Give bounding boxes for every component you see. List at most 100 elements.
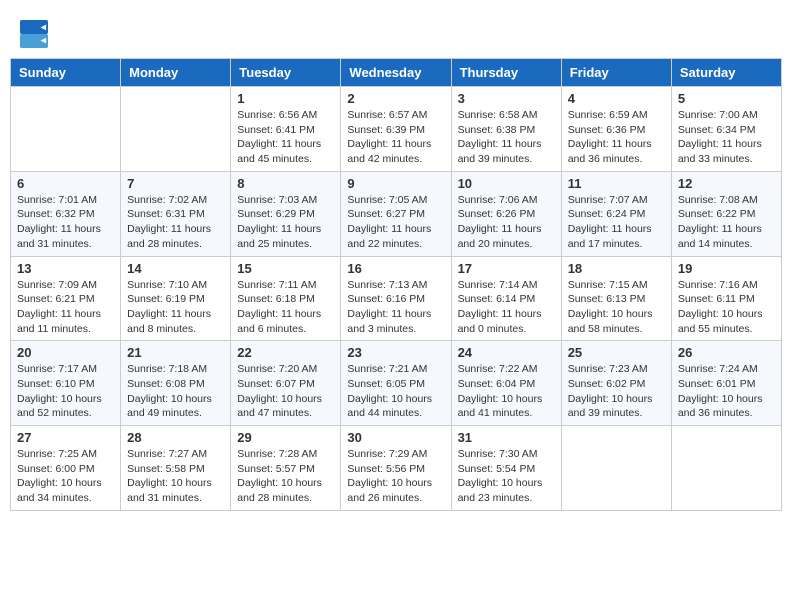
day-number: 31 [458,430,555,445]
calendar-cell: 31 Sunrise: 7:30 AM Sunset: 5:54 PM Dayli… [451,426,561,511]
dow-header: Friday [561,59,671,87]
day-info: Sunrise: 7:07 AM Sunset: 6:24 PM Dayligh… [568,193,665,252]
calendar-cell: 1Sunrise: 6:56 AM Sunset: 6:41 PM Daylig… [231,87,341,172]
calendar-cell [561,426,671,511]
dow-header: Thursday [451,59,561,87]
day-number: 21 [127,345,224,360]
day-info: Sunrise: 7:02 AM Sunset: 6:31 PM Dayligh… [127,193,224,252]
calendar-cell: 17 Sunrise: 7:14 AM Sunset: 6:14 PM Dayli… [451,256,561,341]
calendar-cell: 5Sunrise: 7:00 AM Sunset: 6:34 PM Daylig… [671,87,781,172]
calendar-cell: 9 Sunrise: 7:05 AM Sunset: 6:27 PM Daylig… [341,171,451,256]
calendar-week-row: 13 Sunrise: 7:09 AM Sunset: 6:21 PM Dayli… [11,256,782,341]
calendar-cell: 13 Sunrise: 7:09 AM Sunset: 6:21 PM Dayli… [11,256,121,341]
logo-icon [20,20,48,48]
calendar-cell: 4 Sunrise: 6:59 AM Sunset: 6:36 PM Daylig… [561,87,671,172]
calendar-cell: 20 Sunrise: 7:17 AM Sunset: 6:10 PM Dayli… [11,341,121,426]
calendar-cell: 16Sunrise: 7:13 AM Sunset: 6:16 PM Dayli… [341,256,451,341]
calendar-header [10,10,782,53]
dow-header: Saturday [671,59,781,87]
day-number: 23 [347,345,444,360]
calendar-cell [11,87,121,172]
day-info: Sunrise: 6:58 AM Sunset: 6:38 PM Dayligh… [458,108,555,167]
calendar-cell: 6 Sunrise: 7:01 AM Sunset: 6:32 PM Daylig… [11,171,121,256]
day-info: Sunrise: 7:23 AM Sunset: 6:02 PM Dayligh… [568,362,665,421]
day-number: 4 [568,91,665,106]
day-number: 5 [678,91,775,106]
calendar-body: 1Sunrise: 6:56 AM Sunset: 6:41 PM Daylig… [11,87,782,511]
calendar-cell: 12 Sunrise: 7:08 AM Sunset: 6:22 PM Dayli… [671,171,781,256]
day-info: Sunrise: 7:20 AM Sunset: 6:07 PM Dayligh… [237,362,334,421]
dow-header: Wednesday [341,59,451,87]
day-info: Sunrise: 6:57 AM Sunset: 6:39 PM Dayligh… [347,108,444,167]
day-number: 9 [347,176,444,191]
day-number: 29 [237,430,334,445]
calendar-cell: 8 Sunrise: 7:03 AM Sunset: 6:29 PM Daylig… [231,171,341,256]
calendar-cell: 15 Sunrise: 7:11 AM Sunset: 6:18 PM Dayli… [231,256,341,341]
dow-header: Sunday [11,59,121,87]
day-number: 24 [458,345,555,360]
day-info: Sunrise: 7:29 AM Sunset: 5:56 PM Dayligh… [347,447,444,506]
day-number: 20 [17,345,114,360]
calendar-cell: 10Sunrise: 7:06 AM Sunset: 6:26 PM Dayli… [451,171,561,256]
day-info: Sunrise: 7:05 AM Sunset: 6:27 PM Dayligh… [347,193,444,252]
day-number: 22 [237,345,334,360]
calendar-cell: 21 Sunrise: 7:18 AM Sunset: 6:08 PM Dayli… [121,341,231,426]
day-number: 1 [237,91,334,106]
calendar-week-row: 1Sunrise: 6:56 AM Sunset: 6:41 PM Daylig… [11,87,782,172]
day-number: 17 [458,261,555,276]
day-info: Sunrise: 7:01 AM Sunset: 6:32 PM Dayligh… [17,193,114,252]
calendar-week-row: 20 Sunrise: 7:17 AM Sunset: 6:10 PM Dayli… [11,341,782,426]
day-number: 19 [678,261,775,276]
day-number: 15 [237,261,334,276]
calendar-cell [121,87,231,172]
day-number: 13 [17,261,114,276]
day-info: Sunrise: 7:09 AM Sunset: 6:21 PM Dayligh… [17,278,114,337]
day-number: 18 [568,261,665,276]
calendar-cell: 23Sunrise: 7:21 AM Sunset: 6:05 PM Dayli… [341,341,451,426]
day-info: Sunrise: 7:27 AM Sunset: 5:58 PM Dayligh… [127,447,224,506]
calendar-cell: 26Sunrise: 7:24 AM Sunset: 6:01 PM Dayli… [671,341,781,426]
day-info: Sunrise: 7:18 AM Sunset: 6:08 PM Dayligh… [127,362,224,421]
day-info: Sunrise: 7:28 AM Sunset: 5:57 PM Dayligh… [237,447,334,506]
day-info: Sunrise: 7:10 AM Sunset: 6:19 PM Dayligh… [127,278,224,337]
day-info: Sunrise: 7:03 AM Sunset: 6:29 PM Dayligh… [237,193,334,252]
logo [20,20,50,48]
calendar-cell: 25 Sunrise: 7:23 AM Sunset: 6:02 PM Dayli… [561,341,671,426]
day-number: 2 [347,91,444,106]
day-info: Sunrise: 6:59 AM Sunset: 6:36 PM Dayligh… [568,108,665,167]
calendar-cell: 3 Sunrise: 6:58 AM Sunset: 6:38 PM Daylig… [451,87,561,172]
calendar-week-row: 6 Sunrise: 7:01 AM Sunset: 6:32 PM Daylig… [11,171,782,256]
day-number: 28 [127,430,224,445]
day-info: Sunrise: 7:15 AM Sunset: 6:13 PM Dayligh… [568,278,665,337]
calendar-cell: 24 Sunrise: 7:22 AM Sunset: 6:04 PM Dayli… [451,341,561,426]
calendar-cell: 7Sunrise: 7:02 AM Sunset: 6:31 PM Daylig… [121,171,231,256]
calendar-header-row: SundayMondayTuesdayWednesdayThursdayFrid… [11,59,782,87]
dow-header: Monday [121,59,231,87]
day-number: 8 [237,176,334,191]
day-info: Sunrise: 7:25 AM Sunset: 6:00 PM Dayligh… [17,447,114,506]
day-number: 14 [127,261,224,276]
day-number: 10 [458,176,555,191]
day-number: 6 [17,176,114,191]
calendar-cell: 2 Sunrise: 6:57 AM Sunset: 6:39 PM Daylig… [341,87,451,172]
calendar-week-row: 27Sunrise: 7:25 AM Sunset: 6:00 PM Dayli… [11,426,782,511]
calendar-cell [671,426,781,511]
calendar-table: SundayMondayTuesdayWednesdayThursdayFrid… [10,58,782,511]
day-info: Sunrise: 7:13 AM Sunset: 6:16 PM Dayligh… [347,278,444,337]
day-info: Sunrise: 7:14 AM Sunset: 6:14 PM Dayligh… [458,278,555,337]
calendar-cell: 30 Sunrise: 7:29 AM Sunset: 5:56 PM Dayli… [341,426,451,511]
calendar-cell: 22 Sunrise: 7:20 AM Sunset: 6:07 PM Dayli… [231,341,341,426]
day-info: Sunrise: 7:22 AM Sunset: 6:04 PM Dayligh… [458,362,555,421]
days-of-week-row: SundayMondayTuesdayWednesdayThursdayFrid… [11,59,782,87]
day-number: 26 [678,345,775,360]
day-number: 12 [678,176,775,191]
day-number: 3 [458,91,555,106]
day-info: Sunrise: 7:30 AM Sunset: 5:54 PM Dayligh… [458,447,555,506]
day-info: Sunrise: 7:08 AM Sunset: 6:22 PM Dayligh… [678,193,775,252]
day-info: Sunrise: 7:17 AM Sunset: 6:10 PM Dayligh… [17,362,114,421]
day-number: 30 [347,430,444,445]
calendar-cell: 27Sunrise: 7:25 AM Sunset: 6:00 PM Dayli… [11,426,121,511]
day-number: 11 [568,176,665,191]
day-info: Sunrise: 7:11 AM Sunset: 6:18 PM Dayligh… [237,278,334,337]
day-number: 25 [568,345,665,360]
